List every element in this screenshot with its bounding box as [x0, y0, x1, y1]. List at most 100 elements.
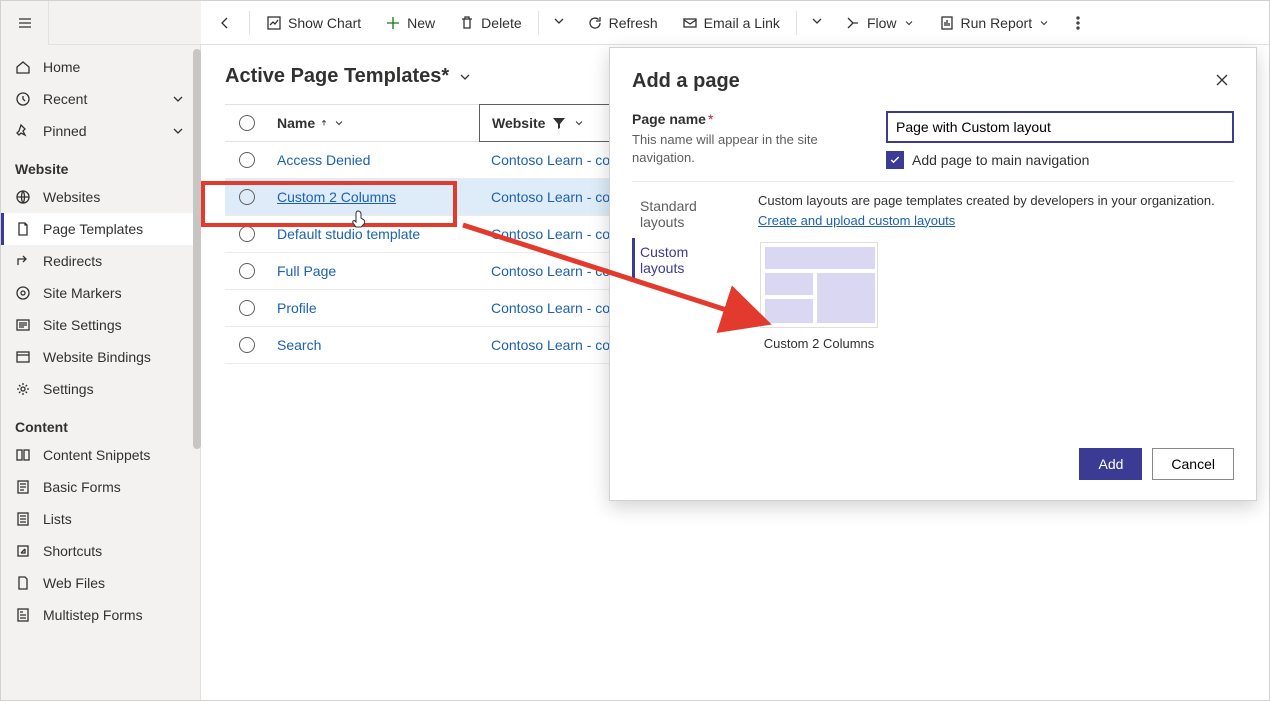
email-link-button[interactable]: Email a Link [672, 5, 790, 41]
sidebar-item-label: Pinned [43, 123, 87, 139]
flow-icon [845, 15, 861, 31]
row-checkbox[interactable] [225, 142, 269, 178]
page-icon [15, 221, 31, 237]
sidebar-item-website-bindings[interactable]: Website Bindings [1, 341, 200, 373]
redirect-icon [15, 253, 31, 269]
sidebar-item-label: Site Markers [43, 285, 122, 301]
chart-icon [266, 15, 282, 31]
back-button[interactable] [207, 15, 243, 31]
pin-icon [15, 123, 31, 139]
command-bar: Show Chart New Delete Refresh Email a Li… [1, 1, 1269, 45]
sidebar-item-settings[interactable]: Settings [1, 373, 200, 405]
page-name-description: This name will appear in the site naviga… [632, 131, 862, 166]
sidebar-item-label: Site Settings [43, 317, 122, 333]
email-link-label: Email a Link [704, 15, 780, 31]
sidebar-item-basic-forms[interactable]: Basic Forms [1, 471, 200, 503]
sidebar-item-multistep-forms[interactable]: Multistep Forms [1, 599, 200, 631]
refresh-label: Refresh [609, 15, 658, 31]
row-name-link[interactable]: Access Denied [277, 152, 370, 168]
flow-button[interactable]: Flow [835, 5, 925, 41]
layout-option-label: Custom 2 Columns [758, 336, 880, 353]
layout-thumbnail-icon [760, 242, 878, 328]
sidebar-item-label: Content Snippets [43, 447, 150, 463]
refresh-button[interactable]: Refresh [577, 5, 668, 41]
delete-label: Delete [481, 15, 521, 31]
custom-layouts-hint: Custom layouts are page templates create… [758, 192, 1234, 210]
delete-split[interactable] [545, 13, 573, 32]
home-icon [15, 59, 31, 75]
sidebar-item-shortcuts[interactable]: Shortcuts [1, 535, 200, 567]
form-icon [15, 479, 31, 495]
sidebar-section-content: Content [1, 405, 200, 439]
sidebar-item-home[interactable]: Home [1, 51, 200, 83]
sidebar-item-lists[interactable]: Lists [1, 503, 200, 535]
chevron-down-icon [333, 117, 345, 129]
run-report-button[interactable]: Run Report [929, 5, 1061, 41]
sidebar-item-pinned[interactable]: Pinned [1, 115, 200, 147]
back-icon [217, 15, 233, 31]
sidebar-item-content-snippets[interactable]: Content Snippets [1, 439, 200, 471]
sidebar-item-recent[interactable]: Recent [1, 83, 200, 115]
tab-custom-layouts[interactable]: Custom layouts [632, 238, 744, 282]
sidebar-item-site-settings[interactable]: Site Settings [1, 309, 200, 341]
filter-icon [551, 115, 567, 131]
sidebar-scrollbar[interactable] [193, 45, 201, 700]
clock-icon [15, 91, 31, 107]
close-icon [1214, 72, 1230, 88]
sidebar-item-label: Page Templates [43, 221, 143, 237]
new-button[interactable]: New [375, 5, 445, 41]
chevron-down-icon [809, 13, 825, 29]
email-split[interactable] [803, 13, 831, 32]
hamburger-button[interactable] [1, 1, 49, 45]
more-commands-button[interactable] [1064, 5, 1092, 41]
page-name-input[interactable] [886, 111, 1234, 143]
sidebar-item-label: Redirects [43, 253, 102, 269]
sidebar-item-label: Website Bindings [43, 349, 151, 365]
chevron-down-icon [170, 123, 186, 139]
select-all-checkbox[interactable] [225, 105, 269, 141]
menu-icon [17, 15, 33, 31]
tab-standard-layouts[interactable]: Standard layouts [632, 192, 744, 236]
add-page-panel: Add a page Page name* This name will app… [609, 47, 1257, 501]
sidebar-item-page-templates[interactable]: Page Templates [1, 213, 200, 245]
row-checkbox[interactable] [225, 327, 269, 363]
chevron-down-icon [457, 69, 473, 85]
row-checkbox[interactable] [225, 253, 269, 289]
column-header-name[interactable]: Name [269, 105, 479, 141]
sidebar-item-site-markers[interactable]: Site Markers [1, 277, 200, 309]
row-name-link[interactable]: Search [277, 337, 321, 353]
row-checkbox[interactable] [225, 290, 269, 326]
create-custom-layouts-link[interactable]: Create and upload custom layouts [758, 213, 955, 228]
row-name-link[interactable]: Full Page [277, 263, 336, 279]
sidebar-item-label: Basic Forms [43, 479, 121, 495]
show-chart-button[interactable]: Show Chart [256, 5, 371, 41]
list-icon [15, 511, 31, 527]
sidebar: Home Recent Pinned Website Websites Page… [1, 45, 201, 700]
refresh-icon [587, 15, 603, 31]
add-button[interactable]: Add [1079, 448, 1142, 480]
sidebar-item-redirects[interactable]: Redirects [1, 245, 200, 277]
sidebar-section-website: Website [1, 147, 200, 181]
row-name-link[interactable]: Custom 2 Columns [277, 189, 396, 205]
chevron-down-icon [903, 17, 915, 29]
sidebar-item-websites[interactable]: Websites [1, 181, 200, 213]
add-to-nav-checkbox[interactable]: Add page to main navigation [886, 151, 1234, 169]
row-name-link[interactable]: Profile [277, 300, 317, 316]
globe-icon [15, 189, 31, 205]
row-checkbox[interactable] [225, 216, 269, 252]
layout-option-custom-2-columns[interactable]: Custom 2 Columns [758, 242, 880, 353]
delete-button[interactable]: Delete [449, 5, 531, 41]
row-checkbox[interactable] [225, 179, 269, 215]
sidebar-item-web-files[interactable]: Web Files [1, 567, 200, 599]
row-name-link[interactable]: Default studio template [277, 226, 420, 242]
run-report-label: Run Report [961, 15, 1033, 31]
shortcut-icon [15, 543, 31, 559]
close-button[interactable] [1210, 68, 1234, 95]
cancel-button[interactable]: Cancel [1152, 448, 1234, 480]
panel-title: Add a page [632, 70, 1210, 93]
sidebar-item-label: Shortcuts [43, 543, 102, 559]
gear-icon [15, 381, 31, 397]
sidebar-item-label: Home [43, 59, 80, 75]
page-name-label: Page name* [632, 111, 713, 127]
settings-list-icon [15, 317, 31, 333]
